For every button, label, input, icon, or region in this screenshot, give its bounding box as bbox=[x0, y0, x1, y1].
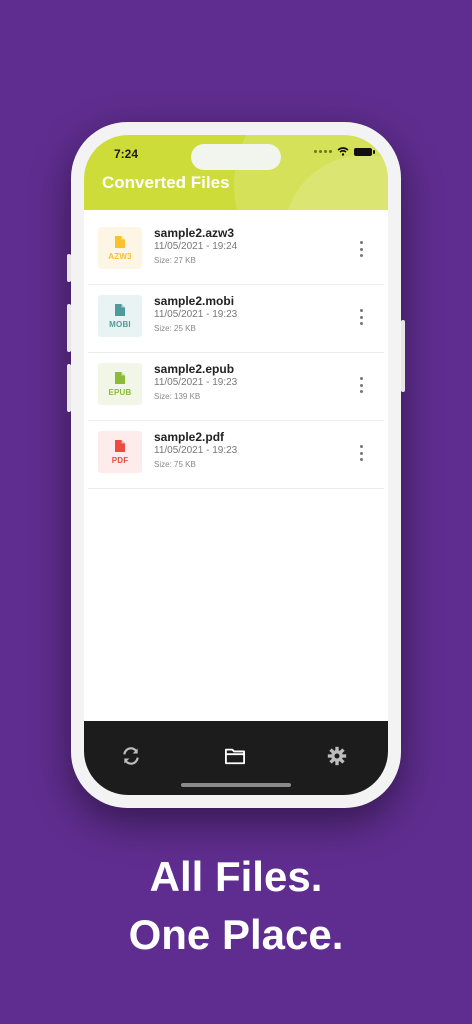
power-button bbox=[401, 320, 405, 392]
file-type-badge: PDF bbox=[98, 431, 142, 473]
home-indicator bbox=[181, 783, 291, 787]
more-options-icon[interactable] bbox=[356, 309, 366, 325]
file-row[interactable]: AZW3 sample2.azw3 11/05/2021 - 19:24 Size: … bbox=[88, 217, 384, 285]
file-name: sample2.pdf bbox=[154, 430, 225, 444]
tagline-line-1: All Files. bbox=[149, 853, 323, 900]
battery-icon bbox=[354, 147, 375, 156]
file-row[interactable]: MOBI sample2.mobi 11/05/2021 - 19:23 Size: … bbox=[88, 285, 384, 353]
file-name: sample2.azw3 bbox=[154, 226, 235, 240]
file-type-badge: MOBI bbox=[98, 295, 142, 337]
file-icon bbox=[115, 439, 125, 452]
tagline-line-2: One Place. bbox=[128, 911, 344, 958]
file-row[interactable]: EPUB sample2.epub 11/05/2021 - 19:23 Size: … bbox=[88, 353, 384, 421]
app-header: 7:24 Converted Files bbox=[84, 135, 388, 210]
folder-icon bbox=[225, 748, 245, 765]
wifi-icon bbox=[337, 147, 349, 156]
app-store-screenshot: { "status_bar": { "time": "7:24" }, "hea… bbox=[0, 0, 472, 1024]
tab-convert[interactable] bbox=[119, 744, 143, 768]
status-time: 7:24 bbox=[114, 147, 139, 161]
file-name: sample2.epub bbox=[154, 362, 235, 376]
more-options-icon[interactable] bbox=[356, 241, 366, 257]
file-extension: PDF bbox=[111, 455, 129, 465]
file-size: Size: 25 KB bbox=[154, 324, 196, 333]
page-title: Converted Files bbox=[102, 173, 230, 192]
file-name: sample2.mobi bbox=[154, 294, 235, 308]
refresh-icon bbox=[123, 747, 139, 765]
file-date: 11/05/2021 - 19:24 bbox=[154, 241, 238, 252]
tagline: All Files. One Place. bbox=[0, 848, 472, 964]
dynamic-island bbox=[191, 144, 281, 170]
file-date: 11/05/2021 - 19:23 bbox=[154, 309, 238, 320]
file-size: Size: 27 KB bbox=[154, 256, 196, 265]
volume-up-button bbox=[67, 304, 71, 352]
file-icon bbox=[115, 235, 125, 248]
file-icon bbox=[115, 371, 125, 384]
file-row[interactable]: PDF sample2.pdf 11/05/2021 - 19:23 Size: 75… bbox=[88, 421, 384, 489]
file-size: Size: 75 KB bbox=[154, 460, 196, 469]
mute-switch bbox=[67, 254, 71, 282]
file-extension: AZW3 bbox=[108, 251, 132, 261]
status-icons bbox=[314, 147, 375, 156]
gear-icon bbox=[327, 746, 347, 766]
file-size: Size: 139 KB bbox=[154, 392, 201, 401]
file-type-badge: EPUB bbox=[98, 363, 142, 405]
file-extension: MOBI bbox=[109, 319, 131, 329]
file-extension: EPUB bbox=[108, 387, 132, 397]
tab-files[interactable] bbox=[223, 744, 247, 768]
phone-screen: 7:24 Converted Files AZW3 sample2.azw3 11/… bbox=[84, 135, 388, 795]
signal-icon bbox=[314, 150, 332, 153]
file-date: 11/05/2021 - 19:23 bbox=[154, 377, 238, 388]
file-date: 11/05/2021 - 19:23 bbox=[154, 445, 238, 456]
file-icon bbox=[115, 303, 125, 316]
tab-settings[interactable] bbox=[325, 744, 349, 768]
file-list: AZW3 sample2.azw3 11/05/2021 - 19:24 Size: … bbox=[88, 217, 384, 489]
file-type-badge: AZW3 bbox=[98, 227, 142, 269]
volume-down-button bbox=[67, 364, 71, 412]
more-options-icon[interactable] bbox=[356, 445, 366, 461]
more-options-icon[interactable] bbox=[356, 377, 366, 393]
phone-frame: 7:24 Converted Files AZW3 sample2.azw3 11/… bbox=[67, 122, 405, 808]
